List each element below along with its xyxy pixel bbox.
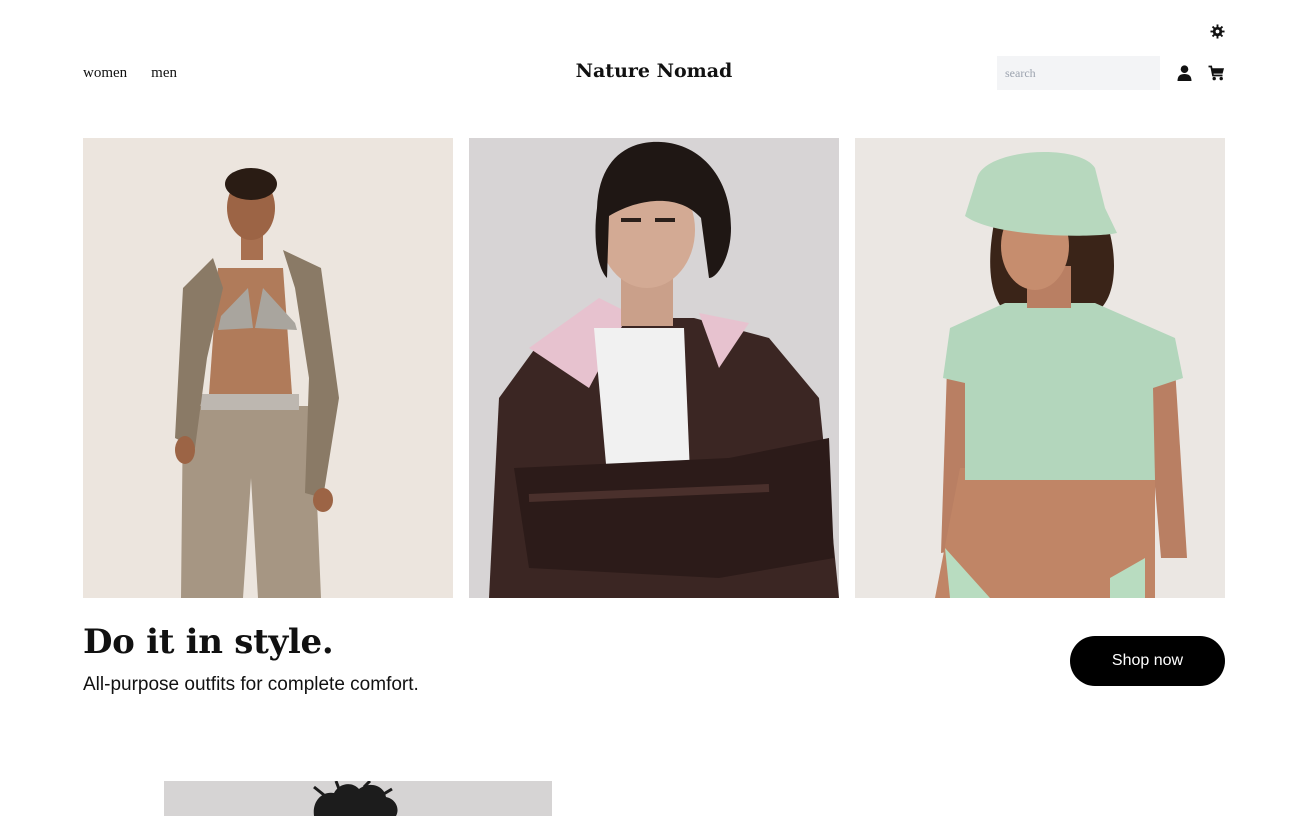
man-leather-jacket-photo (469, 138, 839, 598)
woman-linen-photo (83, 138, 453, 598)
hero-image-women-linen[interactable] (83, 138, 453, 598)
search-input[interactable] (997, 56, 1160, 90)
main-nav: women men (83, 65, 177, 82)
storefront-page: women men Nature Nomad search Do it in s… (0, 0, 1308, 816)
hero-gallery (83, 138, 1225, 598)
shop-now-button[interactable]: Shop now (1070, 636, 1225, 686)
hero-image-women-crop[interactable] (855, 138, 1225, 598)
cart-icon (1208, 65, 1224, 81)
woman-mint-crop-photo (855, 138, 1225, 598)
site-header: women men Nature Nomad (83, 56, 1225, 92)
preview-photo (164, 781, 552, 816)
promo-headline: Do it in style. (83, 622, 334, 662)
account-button[interactable] (1175, 64, 1193, 82)
product-preview-image[interactable] (164, 781, 552, 816)
promo-subheadline: All-purpose outfits for complete comfort… (83, 674, 419, 695)
nav-link-women[interactable]: women (83, 65, 127, 82)
nav-link-men[interactable]: men (151, 65, 177, 82)
user-icon (1177, 65, 1191, 81)
gear-icon (1209, 23, 1225, 39)
settings-button[interactable] (1206, 20, 1228, 42)
hero-image-men-leather[interactable] (469, 138, 839, 598)
cart-button[interactable] (1207, 64, 1225, 82)
